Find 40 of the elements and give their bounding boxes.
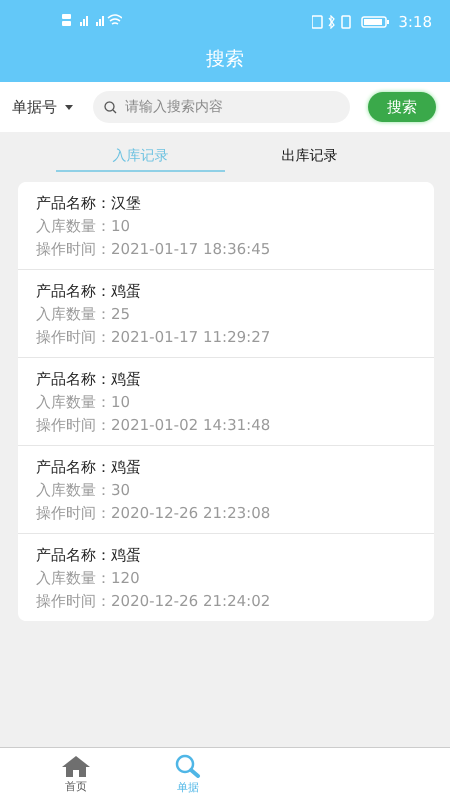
time-value: 2021-01-17 11:29:27 bbox=[111, 328, 270, 346]
field-label: 入库数量： bbox=[36, 217, 111, 235]
field-label: 入库数量： bbox=[36, 305, 111, 323]
field-label: 入库数量： bbox=[36, 569, 111, 587]
time-value: 2020-12-26 21:23:08 bbox=[111, 504, 270, 522]
field-label: 产品名称： bbox=[36, 546, 111, 564]
nav-item[interactable]: 首页 bbox=[20, 748, 132, 800]
search-field[interactable]: 请输入搜索内容 bbox=[93, 91, 350, 123]
quantity-value: 10 bbox=[111, 217, 130, 235]
field-label: 操作时间： bbox=[36, 504, 111, 522]
house-icon bbox=[61, 754, 91, 776]
quantity-value: 120 bbox=[111, 569, 140, 587]
time-value: 2021-01-17 18:36:45 bbox=[111, 240, 270, 258]
quantity-value: 25 bbox=[111, 305, 130, 323]
filter-dropdown[interactable]: 单据号 bbox=[12, 98, 73, 116]
field-label: 操作时间： bbox=[36, 416, 111, 434]
status-time: 3:18 bbox=[398, 13, 432, 31]
time-value: 2021-01-02 14:31:48 bbox=[111, 416, 270, 434]
page-title: 搜索 bbox=[205, 47, 245, 72]
signal-icon bbox=[62, 12, 122, 28]
field-label: 操作时间： bbox=[36, 592, 111, 610]
search-icon bbox=[173, 754, 203, 778]
field-label: 产品名称： bbox=[36, 282, 111, 300]
product-name: 鸡蛋 bbox=[111, 546, 141, 564]
product-name: 鸡蛋 bbox=[111, 458, 141, 476]
field-label: 操作时间： bbox=[36, 240, 111, 258]
product-name: 鸡蛋 bbox=[111, 370, 141, 388]
caret-icon bbox=[65, 104, 73, 110]
time-value: 2020-12-26 21:24:02 bbox=[111, 592, 270, 610]
field-label: 产品名称： bbox=[36, 194, 111, 212]
field-label: 入库数量： bbox=[36, 393, 111, 411]
product-name: 汉堡 bbox=[111, 194, 141, 212]
field-label: 操作时间： bbox=[36, 328, 111, 346]
tab[interactable]: 出库记录 bbox=[225, 142, 394, 172]
field-label: 产品名称： bbox=[36, 370, 111, 388]
field-label: 产品名称： bbox=[36, 458, 111, 476]
quantity-value: 10 bbox=[111, 393, 130, 411]
quantity-value: 30 bbox=[111, 481, 130, 499]
field-label: 入库数量： bbox=[36, 481, 111, 499]
product-name: 鸡蛋 bbox=[111, 282, 141, 300]
